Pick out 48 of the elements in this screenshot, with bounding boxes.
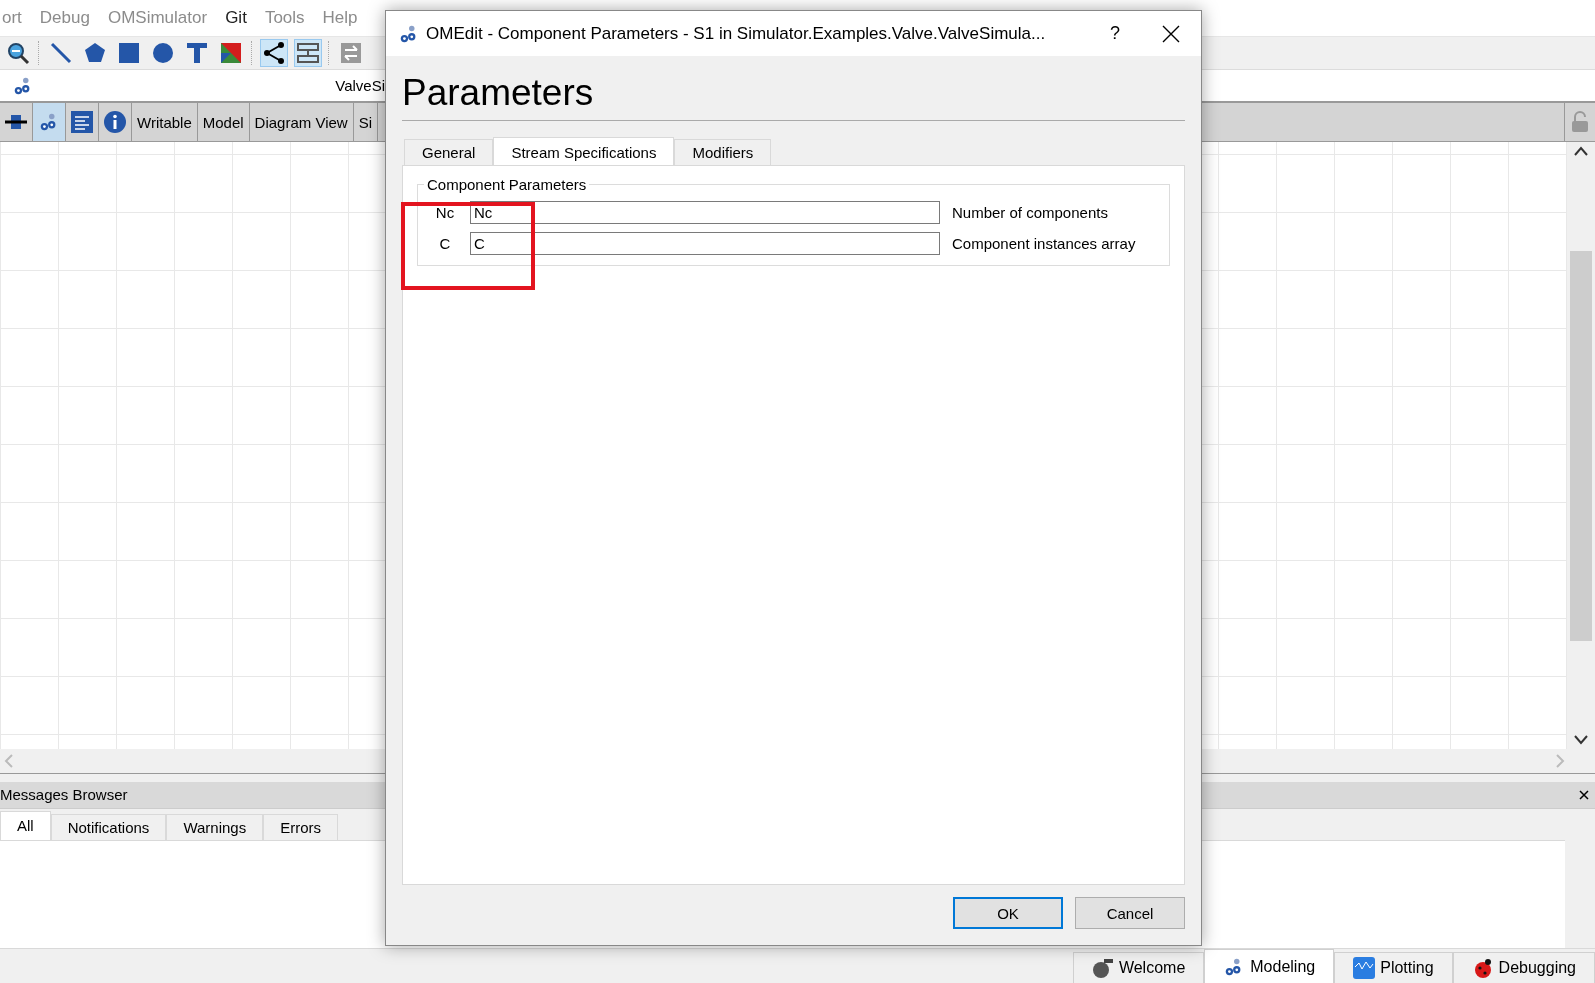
dialog-button[interactable]: OK xyxy=(953,897,1063,929)
parameter-description: Number of components xyxy=(952,204,1108,221)
zoom-out-icon[interactable] xyxy=(6,40,30,65)
toolbar-label[interactable]: Model xyxy=(197,103,250,142)
parameter-name: C xyxy=(438,235,452,252)
dialog-heading: Parameters xyxy=(402,72,1185,121)
menu-item[interactable]: Git xyxy=(225,7,247,28)
bitmap-icon[interactable] xyxy=(219,40,243,65)
perspective-tab[interactable]: Welcome xyxy=(1072,952,1205,983)
group-title: Component Parameters xyxy=(426,176,588,193)
unlock-icon xyxy=(1571,111,1589,134)
parameter-description: Component instances array xyxy=(952,235,1136,252)
dialog-button[interactable]: Cancel xyxy=(1075,897,1185,929)
message-tab[interactable]: Warnings xyxy=(166,813,264,840)
tab[interactable]: Modifiers xyxy=(674,139,772,165)
help-button[interactable]: ? xyxy=(1095,23,1135,44)
toolbar-label[interactable]: Diagram View xyxy=(249,103,354,142)
swap-icon[interactable] xyxy=(339,40,363,65)
parameter-name: Nc xyxy=(434,204,456,221)
perspective-tab[interactable]: Modeling xyxy=(1204,949,1335,983)
parameter-input[interactable]: C xyxy=(470,232,940,255)
connect-icon[interactable] xyxy=(262,40,286,65)
polygon-icon[interactable] xyxy=(83,40,107,65)
perspective-tab[interactable]: Plotting xyxy=(1334,952,1453,983)
close-icon xyxy=(1162,24,1180,43)
message-tab[interactable]: Errors xyxy=(263,813,339,840)
model-title: ValveSi xyxy=(335,77,385,95)
line-icon[interactable] xyxy=(49,40,73,65)
close-icon[interactable] xyxy=(1579,789,1589,800)
rectangle-icon[interactable] xyxy=(117,40,141,65)
tab[interactable]: General xyxy=(404,139,494,165)
panel-title: Messages Browser xyxy=(0,786,128,804)
dialog-title: OMEdit - Component Parameters - S1 in Simulator.Examples.Valve.ValveSimula... xyxy=(426,23,1047,44)
perspective-tab[interactable]: Debugging xyxy=(1452,952,1595,983)
ellipse-icon[interactable] xyxy=(151,40,175,65)
modeling-view-button[interactable] xyxy=(33,103,66,142)
parameter-input[interactable]: Nc xyxy=(470,201,940,224)
toolbar-label[interactable]: Si xyxy=(353,103,379,142)
text-lines-icon xyxy=(71,111,93,134)
toolbar-label[interactable]: Writable xyxy=(132,103,198,142)
message-tab[interactable]: Notifications xyxy=(50,813,167,840)
transition-icon[interactable] xyxy=(296,40,320,65)
tab[interactable]: Stream Specifications xyxy=(493,137,675,166)
plot-icon xyxy=(1353,957,1376,980)
text-tool-icon[interactable] xyxy=(185,40,209,65)
vertical-scrollbar[interactable] xyxy=(1567,142,1595,749)
message-tab[interactable]: All xyxy=(0,810,51,840)
info-icon xyxy=(104,111,126,134)
